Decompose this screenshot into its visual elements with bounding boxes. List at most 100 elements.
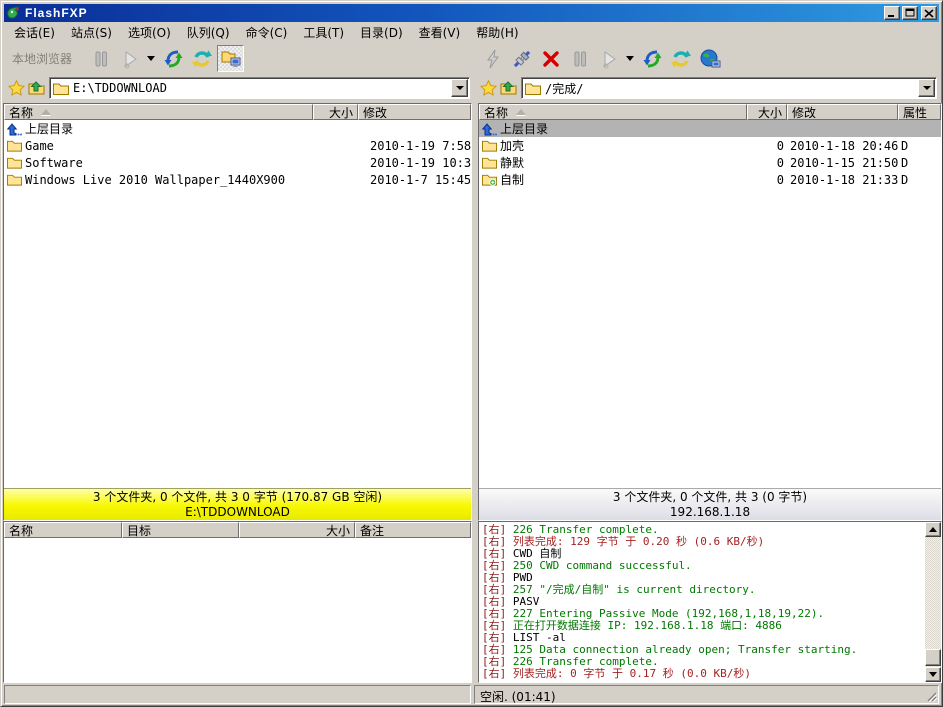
toolbar: 本地浏览器 xyxy=(4,43,939,74)
column-header-attributes[interactable]: 属性 xyxy=(898,104,941,120)
transfer-mode-button-remote[interactable] xyxy=(638,45,665,72)
resize-grip[interactable] xyxy=(925,690,937,702)
file-row[interactable]: 静默 0 2010-1-15 21:50 D xyxy=(479,154,941,171)
parent-directory-row[interactable]: 上层目录 xyxy=(4,120,471,137)
folder-icon xyxy=(7,139,22,152)
column-header-size[interactable]: 大小 xyxy=(747,104,787,120)
remote-status-summary: 3 个文件夹, 0 个文件, 共 3 (0 字节) xyxy=(479,490,941,505)
folder-icon xyxy=(53,82,69,95)
local-browser-toggle-button[interactable] xyxy=(217,45,244,72)
menu-queue[interactable]: 队列(Q) xyxy=(179,22,238,43)
local-status-path: E:\TDDOWNLOAD xyxy=(4,505,471,520)
queue-header: 名称 目标 大小 备注 xyxy=(4,522,471,538)
refresh-button-local[interactable] xyxy=(188,45,215,72)
column-header-modified[interactable]: 修改 xyxy=(787,104,898,120)
local-path-group: E:\TDDOWNLOAD xyxy=(8,77,470,99)
transfer-dropdown-arrow-icon[interactable] xyxy=(626,56,634,61)
local-path-value[interactable]: E:\TDDOWNLOAD xyxy=(69,81,451,95)
file-row[interactable]: Windows Live 2010 Wallpaper_1440X900 201… xyxy=(4,171,471,188)
log-scrollbar[interactable] xyxy=(925,522,941,682)
queue-list xyxy=(4,538,471,682)
column-header-note[interactable]: 备注 xyxy=(355,522,471,538)
play-icon xyxy=(120,49,140,69)
statusbar-left-panel xyxy=(4,685,471,704)
path-row: E:\TDDOWNLOAD /完成/ xyxy=(4,74,939,103)
transfer-mode-button-local[interactable] xyxy=(159,45,186,72)
menu-directory[interactable]: 目录(D) xyxy=(352,22,411,43)
scrollbar-thumb[interactable] xyxy=(925,649,941,666)
column-header-name[interactable]: 名称 xyxy=(4,522,122,538)
folder-plus-icon xyxy=(482,173,497,186)
menu-help[interactable]: 帮助(H) xyxy=(468,22,526,43)
local-path-dropdown-button[interactable] xyxy=(451,79,468,97)
column-header-target[interactable]: 目标 xyxy=(122,522,239,538)
refresh-icon xyxy=(670,48,692,70)
close-button[interactable] xyxy=(921,6,937,20)
file-row[interactable]: 自制 0 2010-1-18 21:33 D xyxy=(479,171,941,188)
minimize-button[interactable] xyxy=(884,6,900,20)
local-list-header: 名称 大小 修改 xyxy=(4,104,471,120)
folder-icon xyxy=(525,82,541,95)
remote-file-pane: 名称 大小 修改 属性 上层目录 加壳 0 2 xyxy=(478,103,942,521)
start-transfer-button-local[interactable] xyxy=(116,45,143,72)
titlebar: FlashFXP xyxy=(4,4,939,22)
refresh-icon xyxy=(191,48,213,70)
up-directory-icon xyxy=(7,122,22,136)
remote-path-dropdown-button[interactable] xyxy=(918,79,935,97)
pause-transfer-button-local[interactable] xyxy=(87,45,114,72)
local-path-combobox[interactable]: E:\TDDOWNLOAD xyxy=(49,77,470,99)
session-log: [右] 226 Transfer complete. [右] 列表完成: 129… xyxy=(482,524,924,680)
start-transfer-button-remote[interactable] xyxy=(595,45,622,72)
column-header-name[interactable]: 名称 xyxy=(4,104,313,120)
transfer-dropdown-arrow-icon[interactable] xyxy=(147,56,155,61)
favorites-icon[interactable] xyxy=(8,80,25,96)
remote-path-combobox[interactable]: /完成/ xyxy=(521,77,937,99)
play-icon xyxy=(599,49,619,69)
column-header-modified[interactable]: 修改 xyxy=(358,104,471,120)
remote-path-value[interactable]: /完成/ xyxy=(541,80,918,97)
menu-view[interactable]: 查看(V) xyxy=(411,22,469,43)
queue-pane: 名称 目标 大小 备注 xyxy=(3,521,472,683)
folder-icon xyxy=(482,156,497,169)
app-icon xyxy=(6,6,21,20)
scroll-up-button[interactable] xyxy=(925,522,941,537)
scroll-down-button[interactable] xyxy=(925,667,941,682)
transfer-arrows-icon xyxy=(162,48,184,70)
idle-status-text: 空闲. (01:41) xyxy=(480,690,556,704)
arrow-up-icon xyxy=(929,527,937,532)
go-up-folder-icon[interactable] xyxy=(28,80,46,96)
local-status-summary: 3 个文件夹, 0 个文件, 共 3 0 字节 (170.87 GB 空闲) xyxy=(4,490,471,505)
remote-status-bar: 3 个文件夹, 0 个文件, 共 3 (0 字节) 192.168.1.18 xyxy=(479,488,941,520)
local-file-pane: 名称 大小 修改 上层目录 Game 2010-1-19 7:58 xyxy=(3,103,472,521)
parent-directory-row[interactable]: 上层目录 xyxy=(479,120,941,137)
menu-tools[interactable]: 工具(T) xyxy=(295,22,352,43)
menu-sites[interactable]: 站点(S) xyxy=(63,22,120,43)
menu-options[interactable]: 选项(O) xyxy=(120,22,179,43)
pause-transfer-button-remote[interactable] xyxy=(566,45,593,72)
local-toolbar: 本地浏览器 xyxy=(4,43,474,74)
statusbar-right-panel: 空闲. (01:41) xyxy=(474,685,939,704)
menu-commands[interactable]: 命令(C) xyxy=(238,22,296,43)
file-row[interactable]: 加壳 0 2010-1-18 20:46 D xyxy=(479,137,941,154)
remote-path-group: /完成/ xyxy=(480,77,937,99)
local-status-bar: 3 个文件夹, 0 个文件, 共 3 0 字节 (170.87 GB 空闲) E… xyxy=(4,488,471,520)
log-pane: [右] 226 Transfer complete. [右] 列表完成: 129… xyxy=(478,521,942,683)
maximize-button[interactable] xyxy=(902,6,918,20)
column-header-name[interactable]: 名称 xyxy=(479,104,747,120)
arrow-down-icon xyxy=(929,672,937,677)
log-line: [右] 257 "/完成/自制" is current directory. xyxy=(482,584,924,596)
column-header-size[interactable]: 大小 xyxy=(239,522,355,538)
file-row[interactable]: Game 2010-1-19 7:58 xyxy=(4,137,471,154)
column-header-size[interactable]: 大小 xyxy=(313,104,358,120)
go-up-folder-icon[interactable] xyxy=(500,80,518,96)
menu-session[interactable]: 会话(E) xyxy=(6,22,63,43)
refresh-button-remote[interactable] xyxy=(667,45,694,72)
remote-browser-button[interactable] xyxy=(696,45,723,72)
folder-icon xyxy=(7,156,22,169)
disconnect-button[interactable] xyxy=(537,45,564,72)
quick-connect-button[interactable] xyxy=(479,45,506,72)
file-row[interactable]: Software 2010-1-19 10:34 xyxy=(4,154,471,171)
sort-ascending-icon xyxy=(41,109,51,115)
connect-button[interactable] xyxy=(508,45,535,72)
favorites-icon[interactable] xyxy=(480,80,497,96)
